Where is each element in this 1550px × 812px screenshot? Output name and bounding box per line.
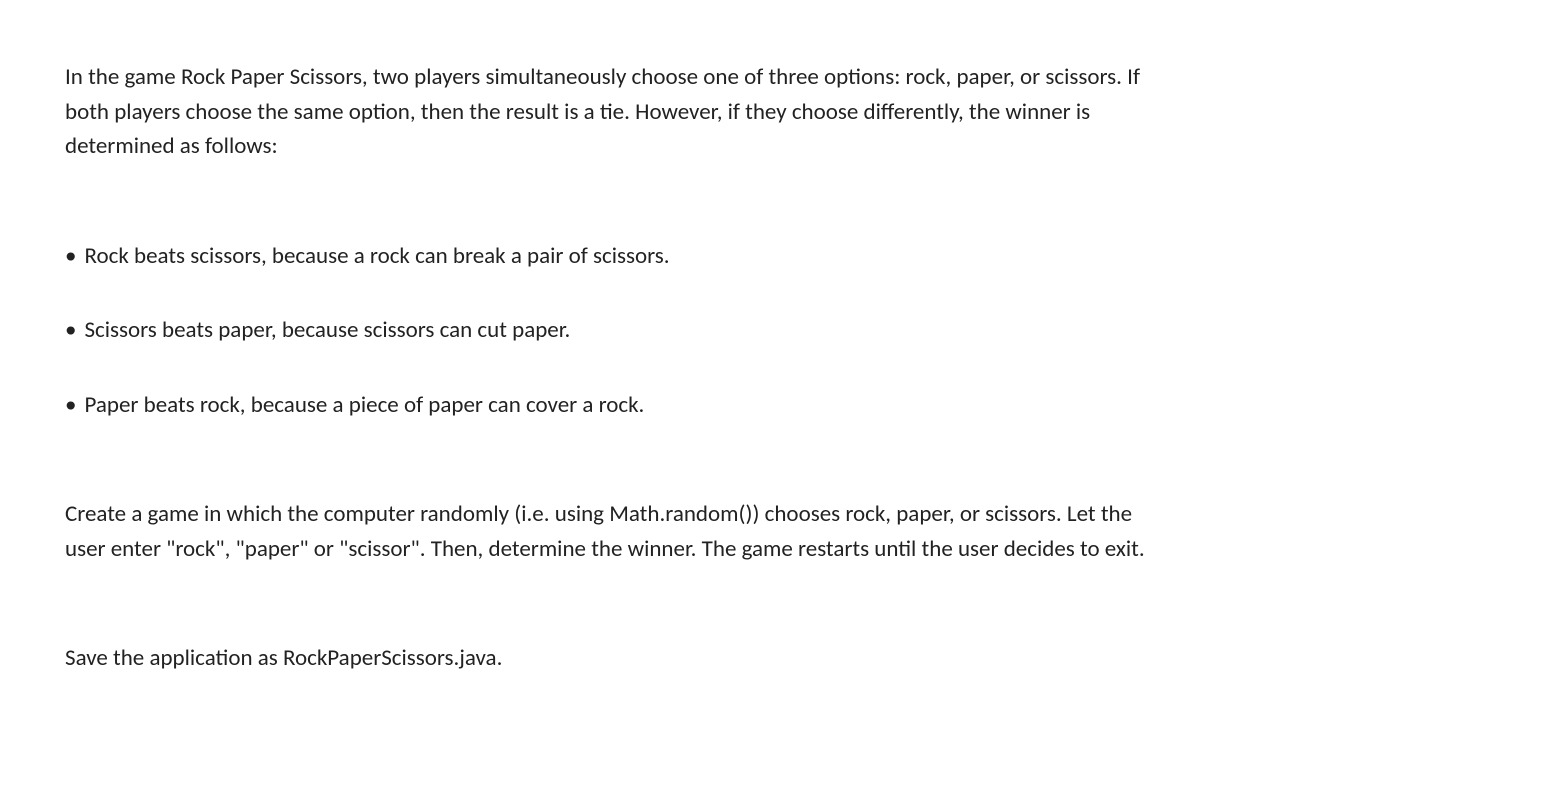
bullet-icon: • bbox=[65, 313, 76, 348]
intro-paragraph: In the game Rock Paper Scissors, two pla… bbox=[65, 60, 1155, 164]
list-item-text: Rock beats scissors, because a rock can … bbox=[84, 239, 669, 274]
list-item: • Rock beats scissors, because a rock ca… bbox=[65, 239, 1485, 274]
save-instruction-paragraph: Save the application as RockPaperScissor… bbox=[65, 641, 1155, 676]
task-instruction-paragraph: Create a game in which the computer rand… bbox=[65, 497, 1165, 566]
list-item-text: Paper beats rock, because a piece of pap… bbox=[84, 388, 644, 423]
bullet-icon: • bbox=[65, 239, 76, 274]
bullet-icon: • bbox=[65, 388, 76, 423]
rules-list: • Rock beats scissors, because a rock ca… bbox=[65, 239, 1485, 423]
list-item: • Scissors beats paper, because scissors… bbox=[65, 313, 1485, 348]
list-item-text: Scissors beats paper, because scissors c… bbox=[84, 313, 570, 348]
list-item: • Paper beats rock, because a piece of p… bbox=[65, 388, 1485, 423]
